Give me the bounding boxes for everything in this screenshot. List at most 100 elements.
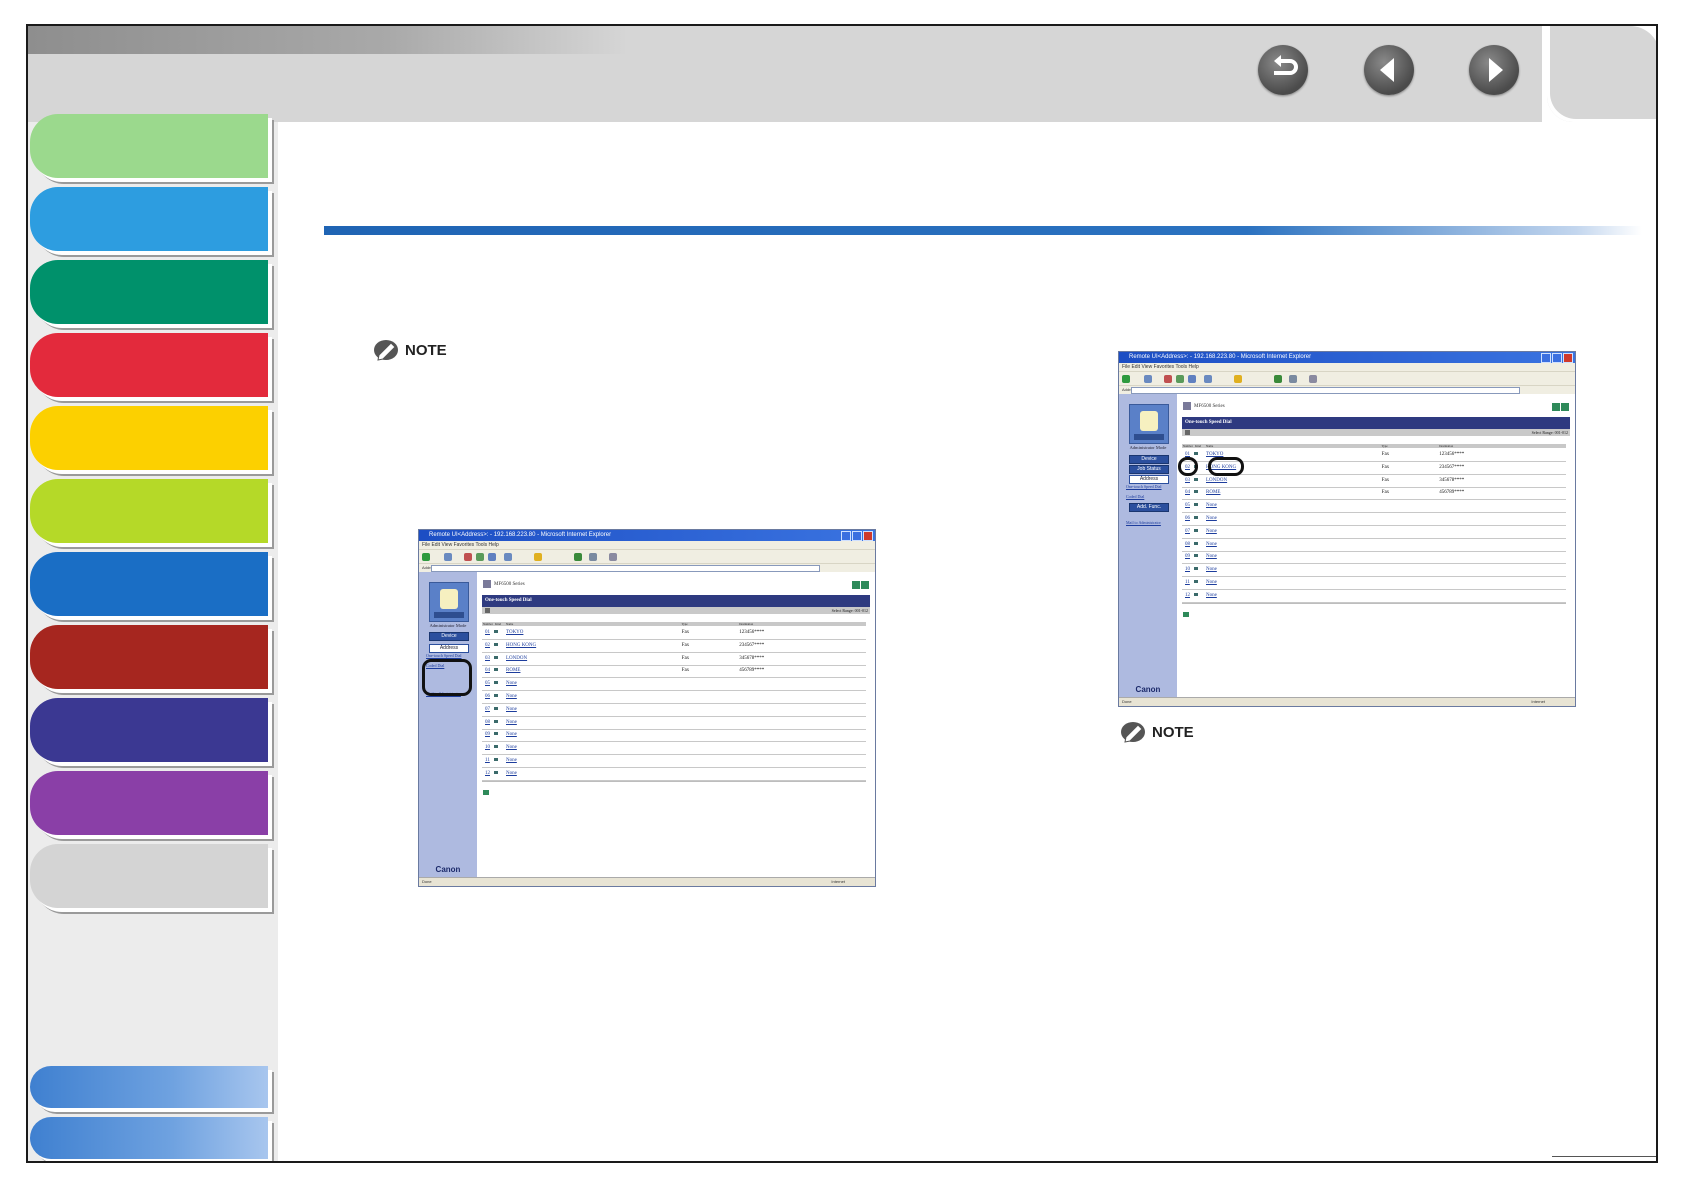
refresh-icon[interactable]	[476, 553, 484, 561]
back-button[interactable]	[1258, 45, 1308, 95]
entry-number-link[interactable]: 12	[485, 768, 490, 779]
entry-number-link[interactable]: 08	[1185, 539, 1190, 550]
chapter-tab-3[interactable]	[30, 260, 268, 324]
device-button[interactable]: Device	[1129, 455, 1169, 464]
entry-name-link[interactable]: None	[506, 717, 517, 728]
entry-name-link[interactable]: ROME	[506, 665, 520, 676]
entry-number-link[interactable]: 06	[485, 691, 490, 702]
select-range-label[interactable]: Select Range: 001-012	[832, 608, 868, 613]
entry-name-link[interactable]: None	[506, 729, 517, 740]
chapter-tab-10[interactable]	[30, 771, 268, 835]
toc-tab[interactable]	[30, 1066, 268, 1108]
address-button[interactable]: Address	[429, 644, 469, 653]
entry-number-link[interactable]: 03	[485, 653, 490, 664]
forward-icon[interactable]	[444, 553, 452, 561]
entry-number-link[interactable]: 07	[1185, 526, 1190, 537]
entry-name-link[interactable]: LONDON	[1206, 475, 1227, 486]
stop-icon[interactable]	[1164, 375, 1172, 383]
chapter-tab-6[interactable]	[30, 479, 268, 543]
back-icon[interactable]	[422, 553, 430, 561]
entry-name-link[interactable]: None	[506, 742, 517, 753]
history-icon[interactable]	[574, 553, 582, 561]
entry-name-link[interactable]: None	[1206, 590, 1217, 601]
chapter-tab-1[interactable]	[30, 114, 268, 178]
previous-page-button[interactable]	[1364, 45, 1414, 95]
mail-icon[interactable]	[1289, 375, 1297, 383]
back-to-top-icon[interactable]	[483, 790, 489, 795]
top-page-icon[interactable]	[1552, 403, 1560, 411]
entry-number-link[interactable]: 08	[485, 717, 490, 728]
job-status-button[interactable]: Job Status	[1129, 465, 1169, 474]
favorites-icon[interactable]	[534, 553, 542, 561]
search-icon[interactable]	[1204, 375, 1212, 383]
maximize-icon[interactable]	[1552, 353, 1562, 363]
close-icon[interactable]	[863, 531, 873, 541]
entry-number-link[interactable]: 07	[485, 704, 490, 715]
minimize-icon[interactable]	[1541, 353, 1551, 363]
chapter-tab-9[interactable]	[30, 698, 268, 762]
entry-number-link[interactable]: 05	[1185, 500, 1190, 511]
top-page-icon[interactable]	[852, 581, 860, 589]
entry-name-link[interactable]: None	[1206, 513, 1217, 524]
mail-admin-link[interactable]: Mail to Administrator	[1126, 521, 1161, 525]
one-touch-link[interactable]: One-touch Speed Dial	[426, 654, 462, 658]
entry-number-link[interactable]: 10	[1185, 564, 1190, 575]
entry-number-link[interactable]: 04	[485, 665, 490, 676]
chapter-tab-7[interactable]	[30, 552, 268, 616]
entry-number-link[interactable]: 11	[485, 755, 490, 766]
entry-number-link[interactable]: 09	[1185, 551, 1190, 562]
entry-number-link[interactable]: 11	[1185, 577, 1190, 588]
address-input[interactable]	[1131, 387, 1520, 394]
forward-icon[interactable]	[1144, 375, 1152, 383]
entry-name-link[interactable]: ROME	[1206, 487, 1220, 498]
entry-number-link[interactable]: 02	[485, 640, 490, 651]
entry-name-link[interactable]: TOKYO	[506, 627, 523, 638]
entry-name-link[interactable]: None	[1206, 564, 1217, 575]
mail-icon[interactable]	[589, 553, 597, 561]
entry-name-link[interactable]: None	[506, 704, 517, 715]
entry-number-link[interactable]: 12	[1185, 590, 1190, 601]
help-icon[interactable]	[861, 581, 869, 589]
entry-name-link[interactable]: None	[1206, 526, 1217, 537]
chapter-tab-11[interactable]	[30, 844, 268, 908]
chapter-tab-4[interactable]	[30, 333, 268, 397]
entry-number-link[interactable]: 01	[485, 627, 490, 638]
entry-name-link[interactable]: None	[506, 768, 517, 779]
entry-name-link[interactable]: None	[1206, 500, 1217, 511]
entry-number-link[interactable]: 04	[1185, 487, 1190, 498]
favorites-icon[interactable]	[1234, 375, 1242, 383]
address-button[interactable]: Address	[1129, 475, 1169, 484]
entry-number-link[interactable]: 10	[485, 742, 490, 753]
history-icon[interactable]	[1274, 375, 1282, 383]
device-button[interactable]: Device	[429, 632, 469, 641]
entry-name-link[interactable]: LONDON	[506, 653, 527, 664]
chapter-tab-2[interactable]	[30, 187, 268, 251]
close-panel-icon[interactable]	[1185, 430, 1190, 435]
index-tab[interactable]	[30, 1117, 268, 1159]
address-input[interactable]	[431, 565, 820, 572]
entry-name-link[interactable]: None	[506, 691, 517, 702]
search-icon[interactable]	[504, 553, 512, 561]
entry-number-link[interactable]: 05	[485, 678, 490, 689]
one-touch-link[interactable]: One-touch Speed Dial	[1126, 485, 1162, 489]
menu-bar[interactable]: File Edit View Favorites Tools Help	[419, 541, 875, 549]
back-icon[interactable]	[1122, 375, 1130, 383]
print-icon[interactable]	[609, 553, 617, 561]
close-icon[interactable]	[1563, 353, 1573, 363]
home-icon[interactable]	[488, 553, 496, 561]
add-func-button[interactable]: Add. Func.	[1129, 503, 1169, 512]
entry-name-link[interactable]: None	[1206, 577, 1217, 588]
maximize-icon[interactable]	[852, 531, 862, 541]
entry-number-link[interactable]: 03	[1185, 475, 1190, 486]
chapter-tab-5[interactable]	[30, 406, 268, 470]
refresh-icon[interactable]	[1176, 375, 1184, 383]
minimize-icon[interactable]	[841, 531, 851, 541]
entry-name-link[interactable]: None	[506, 755, 517, 766]
menu-bar[interactable]: File Edit View Favorites Tools Help	[1119, 363, 1575, 371]
chapter-tab-8[interactable]	[30, 625, 268, 689]
home-icon[interactable]	[1188, 375, 1196, 383]
back-to-top-icon[interactable]	[1183, 612, 1189, 617]
entry-name-link[interactable]: None	[1206, 539, 1217, 550]
help-icon[interactable]	[1561, 403, 1569, 411]
select-range-label[interactable]: Select Range: 001-012	[1532, 430, 1568, 435]
